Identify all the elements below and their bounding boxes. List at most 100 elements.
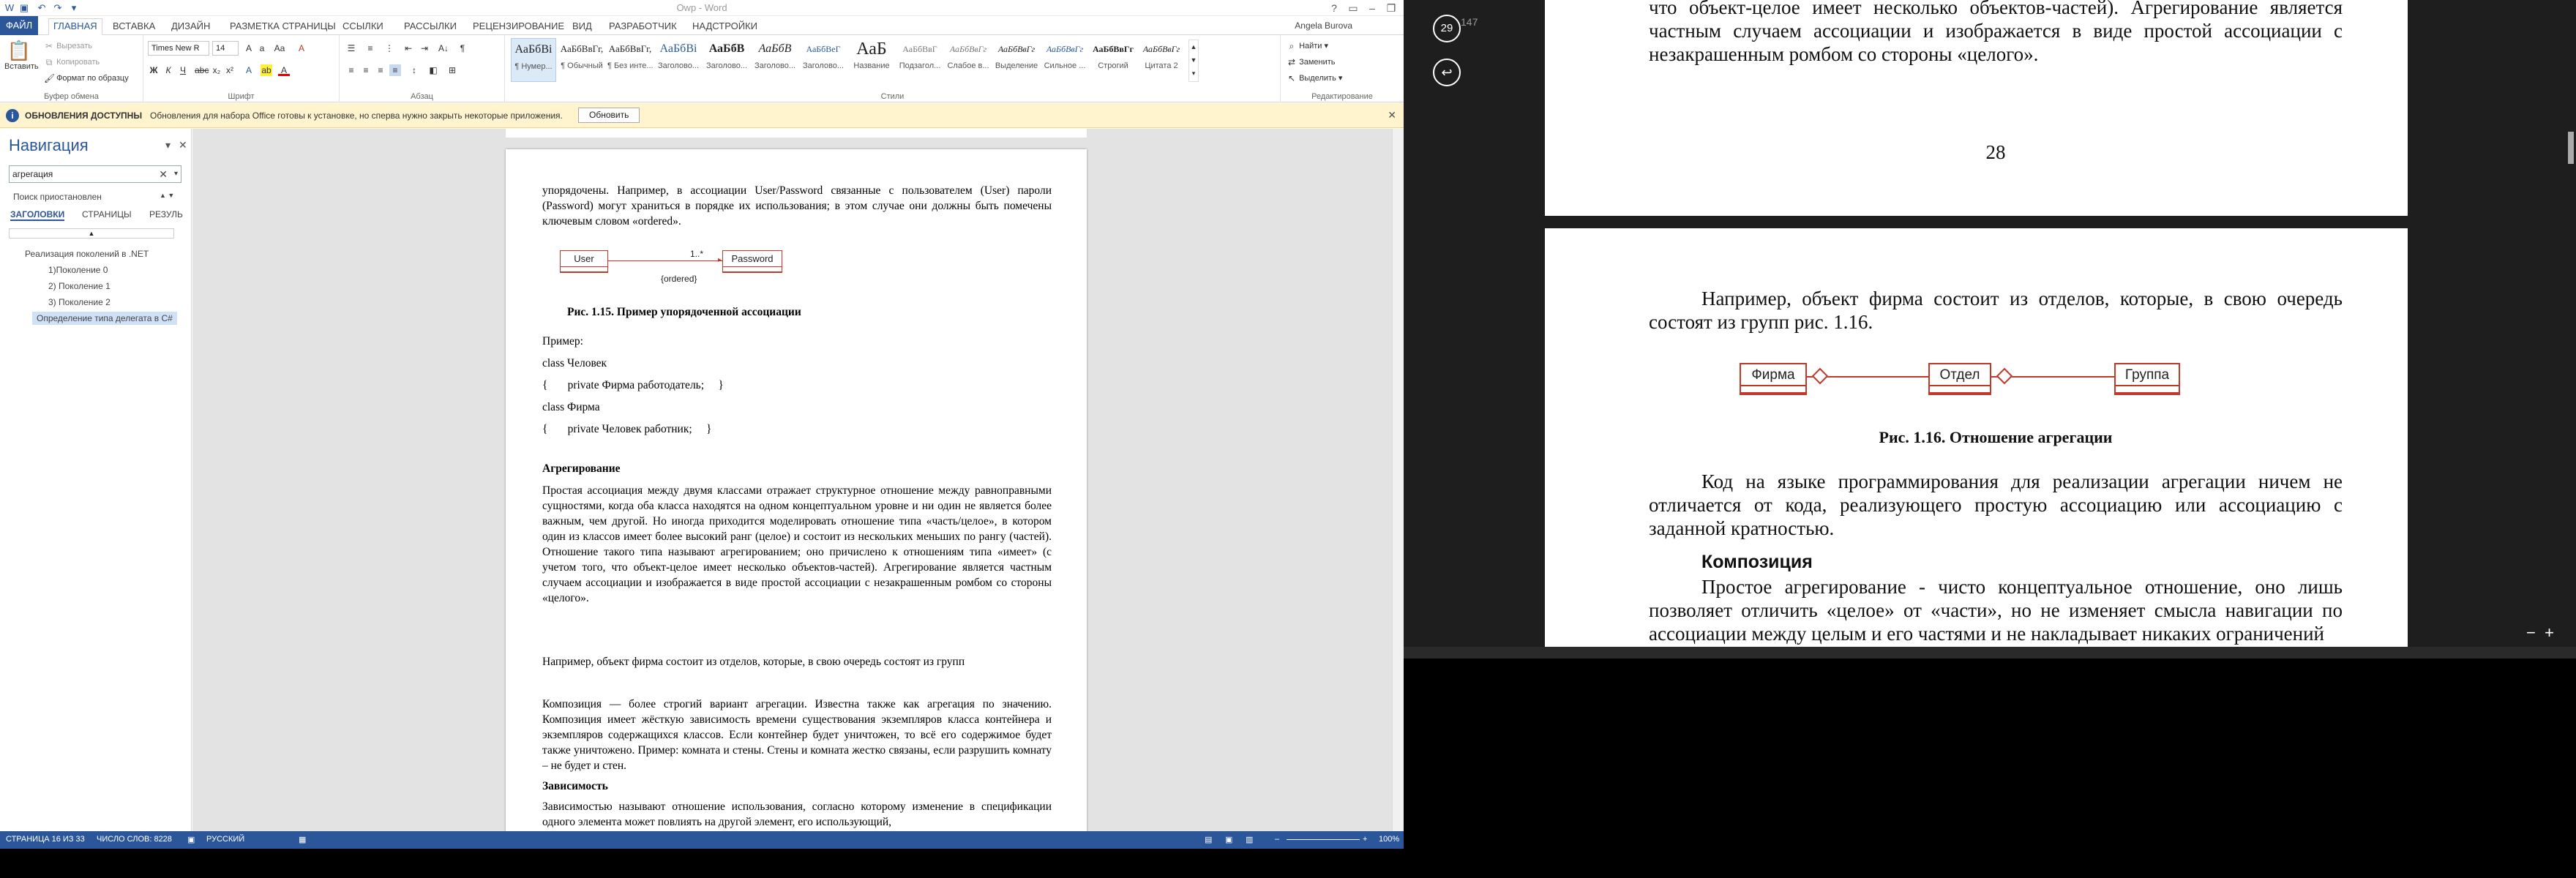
font-name-combo[interactable]: Times New R xyxy=(148,41,209,56)
superscript-icon[interactable]: x² xyxy=(224,64,236,76)
select-button[interactable]: ↖ Выделить ▾ xyxy=(1287,73,1342,83)
style-item[interactable]: АаБбВвГг Цитата 2 xyxy=(1139,38,1184,82)
tab-review[interactable]: РЕЦЕНЗИРОВАНИЕ xyxy=(468,19,569,34)
style-item[interactable]: АаБбВ Заголово... xyxy=(752,38,798,82)
line-spacing-icon[interactable]: ↕ xyxy=(408,64,420,76)
collapse-bar[interactable]: ▲ xyxy=(9,228,174,239)
nav-heading[interactable]: 3) Поколение 2 xyxy=(48,297,111,307)
close-icon[interactable]: ✕ xyxy=(179,139,187,151)
increase-indent-icon[interactable]: ⇥ xyxy=(419,42,430,54)
viewer-horizontal-scrollbar[interactable] xyxy=(1404,647,2576,658)
tab-file[interactable]: ФАЙЛ xyxy=(0,16,39,35)
align-center-icon[interactable]: ≡ xyxy=(360,64,372,76)
style-item[interactable]: АаБбВі ¶ Нумер... xyxy=(511,38,556,82)
page-count[interactable]: СТРАНИЦА 16 ИЗ 33 xyxy=(6,835,85,844)
find-button[interactable]: ⌕ Найти ▾ xyxy=(1287,41,1328,51)
tab-design[interactable]: ДИЗАЙН xyxy=(167,19,214,34)
help-icon[interactable]: ? xyxy=(1325,0,1344,16)
style-item[interactable]: АаБбВвГг Сильное ... xyxy=(1042,38,1087,82)
update-button[interactable]: Обновить xyxy=(578,108,640,123)
macro-icon[interactable]: ▦ xyxy=(299,835,306,844)
nav-heading[interactable]: 2) Поколение 1 xyxy=(48,281,111,291)
zoom-out-icon[interactable]: − xyxy=(2526,623,2536,642)
shading-icon[interactable]: ◧ xyxy=(427,64,439,76)
style-item[interactable]: АаБбВвГ Подзагол... xyxy=(897,38,943,82)
close-icon[interactable]: ✕ xyxy=(1388,109,1396,121)
tab-references[interactable]: ССЫЛКИ xyxy=(338,19,388,34)
style-item[interactable]: АаБбВвГг Строгий xyxy=(1090,38,1136,82)
chevron-down-icon[interactable]: ▾ xyxy=(174,166,178,182)
page-counter-badge[interactable]: 29 xyxy=(1433,15,1461,42)
zoom-in-icon[interactable]: + xyxy=(2545,623,2554,642)
underline-icon[interactable]: Ч xyxy=(177,64,189,76)
nav-heading[interactable]: Реализация поколений в .NET xyxy=(25,249,149,259)
decrease-indent-icon[interactable]: ⇤ xyxy=(402,42,414,54)
tab-layout[interactable]: РАЗМЕТКА СТРАНИЦЫ xyxy=(225,19,340,34)
minimize-button[interactable]: – xyxy=(1363,0,1382,16)
numbering-icon[interactable]: ≡ xyxy=(364,42,376,54)
viewer-page-29[interactable]: Например, объект фирма состоит из отдело… xyxy=(1545,228,2408,658)
style-item[interactable]: АаБбВ Заголово... xyxy=(704,38,749,82)
ribbon-options-icon[interactable]: ▭ xyxy=(1344,0,1363,16)
nav-heading-selected[interactable]: Определение типа делегата в C# xyxy=(32,312,177,325)
back-icon[interactable]: ↩ xyxy=(1433,59,1461,86)
zoom-slider[interactable] xyxy=(1287,839,1360,840)
subscript-icon[interactable]: x₂ xyxy=(211,64,222,76)
nav-search-input[interactable]: агрегация ✕ ▾ xyxy=(9,165,181,183)
style-item[interactable]: АаБбВвГг Выделение xyxy=(994,38,1039,82)
result-nav-arrows[interactable]: ▲ ▼ xyxy=(160,192,174,199)
viewer-page-28[interactable]: что объект-целое имеет несколько объекто… xyxy=(1545,0,2408,216)
highlight-icon[interactable]: ab xyxy=(261,64,272,76)
style-item[interactable]: АаБ Название xyxy=(849,38,894,82)
borders-icon[interactable]: ⊞ xyxy=(446,64,458,76)
scrollbar-thumb[interactable] xyxy=(2568,132,2574,164)
grow-font-icon[interactable]: A xyxy=(243,42,255,54)
vertical-scrollbar[interactable] xyxy=(1392,129,1404,831)
tab-addins[interactable]: НАДСТРОЙКИ xyxy=(688,19,762,34)
restore-button[interactable]: ❐ xyxy=(1382,0,1401,16)
style-item[interactable]: АаБбВвГг Слабое в... xyxy=(946,38,991,82)
align-right-icon[interactable]: ≡ xyxy=(375,64,386,76)
sort-icon[interactable]: A↓ xyxy=(438,42,449,54)
bullets-icon[interactable]: ☰ xyxy=(345,42,357,54)
user-name[interactable]: Angela Burova xyxy=(1295,20,1352,31)
bold-icon[interactable]: Ж xyxy=(148,64,160,76)
document-page[interactable]: упорядочены. Например, в ассоциации User… xyxy=(506,149,1087,849)
read-mode-icon[interactable]: ▤ xyxy=(1205,835,1212,844)
print-layout-icon[interactable]: ▣ xyxy=(1225,835,1232,844)
multilevel-icon[interactable]: ⋮ xyxy=(383,42,395,54)
align-left-icon[interactable]: ≡ xyxy=(345,64,357,76)
justify-icon[interactable]: ≡ xyxy=(389,64,401,76)
text-effects-icon[interactable]: A xyxy=(243,64,255,76)
pilcrow-icon[interactable]: ¶ xyxy=(457,42,468,54)
clear-search-icon[interactable]: ✕ xyxy=(159,166,168,182)
tab-pages[interactable]: СТРАНИЦЫ xyxy=(82,209,132,220)
styles-scroll[interactable]: ▲ ▼ ▾ xyxy=(1188,40,1199,82)
style-item[interactable]: АаБбВвГг, ¶ Обычный xyxy=(559,38,604,82)
tab-headings[interactable]: ЗАГОЛОВКИ xyxy=(10,209,65,221)
cut-button[interactable]: ✂ Вырезать xyxy=(44,41,92,51)
proofing-icon[interactable]: ▣ xyxy=(187,835,195,844)
tab-developer[interactable]: РАЗРАБОТЧИК xyxy=(604,19,681,34)
format-painter-button[interactable]: 🖌 Формат по образцу xyxy=(44,73,129,83)
tab-mailings[interactable]: РАССЫЛКИ xyxy=(400,19,461,34)
italic-icon[interactable]: К xyxy=(162,64,174,76)
tab-results[interactable]: РЕЗУЛЬ xyxy=(149,209,183,220)
tab-insert[interactable]: ВСТАВКА xyxy=(108,19,160,34)
change-case-icon[interactable]: Aa xyxy=(274,42,285,54)
strikethrough-icon[interactable]: abc xyxy=(195,64,209,76)
zoom-out-icon[interactable]: – xyxy=(1275,835,1279,844)
nav-heading[interactable]: 1)Поколение 0 xyxy=(48,265,108,275)
word-count[interactable]: ЧИСЛО СЛОВ: 8228 xyxy=(97,835,172,844)
paste-button[interactable]: 📋 Вставить xyxy=(4,40,39,79)
clear-format-icon[interactable]: A xyxy=(296,42,307,54)
viewer-scrollbar[interactable] xyxy=(2566,0,2576,658)
replace-button[interactable]: ⇄ Заменить xyxy=(1287,57,1336,67)
chevron-down-icon[interactable]: ▾ xyxy=(165,139,171,151)
zoom-in-icon[interactable]: + xyxy=(1363,835,1367,844)
zoom-level[interactable]: 100% xyxy=(1379,835,1399,844)
web-layout-icon[interactable]: ▥ xyxy=(1246,835,1253,844)
tab-view[interactable]: ВИД xyxy=(568,19,596,34)
tab-home[interactable]: ГЛАВНАЯ xyxy=(48,18,102,35)
style-item[interactable]: АаБбВеГ Заголово... xyxy=(801,38,846,82)
